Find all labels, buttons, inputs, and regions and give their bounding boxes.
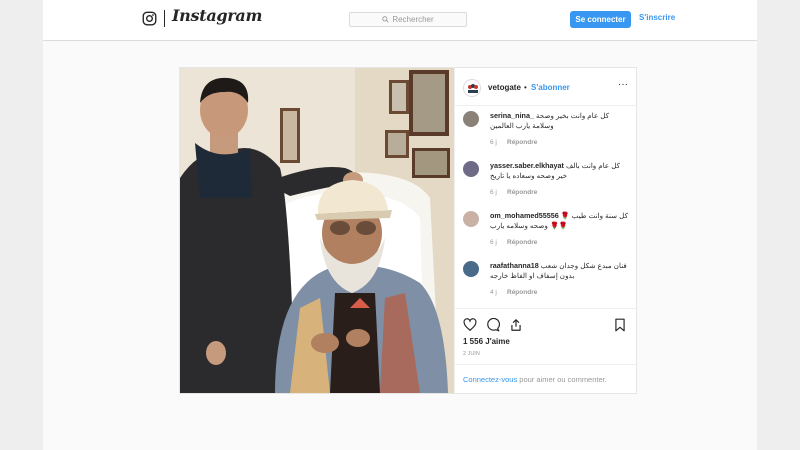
bookmark-icon[interactable] — [613, 318, 627, 332]
separator-dot: • — [524, 83, 527, 92]
reply-button[interactable]: Répondre — [507, 189, 537, 196]
share-icon[interactable] — [509, 318, 523, 332]
login-prompt: Connectez-vous pour aimer ou commenter. — [455, 364, 638, 394]
comment-age: 6 j — [490, 139, 497, 146]
post-date: 2 juin — [463, 351, 480, 357]
post-sidebar: vetogate • S'abonner ··· serina_nina_ كل… — [454, 68, 638, 393]
commenter-avatar[interactable] — [463, 211, 479, 227]
comment-text: om_mohamed55556 كل سنة وانت طيب 🌹🌹🌹 وصحه… — [490, 211, 632, 231]
comment-icon[interactable] — [486, 318, 500, 332]
search-icon — [382, 16, 389, 23]
logo-divider — [164, 10, 165, 27]
comments-list[interactable]: serina_nina_ كل عام وانت بخير وصحة وسلام… — [455, 107, 638, 308]
comment-item: raafathanna18 فنان مبدع شكل وجدان شعب بد… — [455, 257, 638, 307]
login-prompt-text: pour aimer ou commenter. — [517, 375, 607, 384]
comment-age: 4 j — [490, 289, 497, 296]
instagram-camera-icon[interactable] — [142, 11, 157, 26]
commenter-avatar[interactable] — [463, 261, 479, 277]
comment-text: serina_nina_ كل عام وانت بخير وصحة وسلام… — [490, 111, 632, 131]
signup-link[interactable]: S'inscrire — [639, 13, 675, 22]
reply-button[interactable]: Répondre — [507, 239, 537, 246]
page: Instagram Rechercher Se connecter S'insc… — [43, 0, 757, 450]
commenter-avatar[interactable] — [463, 111, 479, 127]
commenter-username[interactable]: serina_nina_ — [490, 111, 534, 120]
top-navigation-bar: Instagram Rechercher Se connecter S'insc… — [43, 0, 757, 41]
reply-button[interactable]: Répondre — [507, 139, 537, 146]
reply-button[interactable]: Répondre — [507, 289, 537, 296]
heart-icon[interactable] — [463, 318, 477, 332]
search-input[interactable]: Rechercher — [349, 12, 467, 27]
more-options-icon[interactable]: ··· — [618, 79, 628, 90]
likes-count[interactable]: 1 556 J'aime — [463, 337, 510, 346]
account-logo-icon — [464, 80, 480, 96]
post-card: vetogate • S'abonner ··· serina_nina_ كل… — [179, 67, 638, 394]
comment-item: serina_nina_ كل عام وانت بخير وصحة وسلام… — [455, 107, 638, 157]
instagram-wordmark[interactable]: Instagram — [172, 6, 262, 25]
follow-button[interactable]: S'abonner — [531, 83, 570, 92]
post-photo-illustration — [180, 68, 454, 393]
login-link[interactable]: Connectez-vous — [463, 375, 517, 384]
post-photo[interactable] — [180, 68, 454, 393]
comment-text: yasser.saber.elkhayat كل عام وانت بالف خ… — [490, 161, 632, 181]
post-actions: 1 556 J'aime 2 juin Connectez-vous pour … — [455, 308, 638, 393]
search-placeholder: Rechercher — [392, 15, 434, 24]
commenter-username[interactable]: yasser.saber.elkhayat — [490, 161, 564, 170]
commenter-username[interactable]: raafathanna18 — [490, 261, 539, 270]
account-username[interactable]: vetogate — [488, 83, 521, 92]
account-avatar[interactable] — [463, 79, 481, 97]
login-button[interactable]: Se connecter — [570, 11, 631, 28]
comment-age: 6 j — [490, 189, 497, 196]
comment-item: om_mohamed55556 كل سنة وانت طيب 🌹🌹🌹 وصحه… — [455, 207, 638, 257]
comment-text: raafathanna18 فنان مبدع شكل وجدان شعب بد… — [490, 261, 632, 281]
comment-item: yasser.saber.elkhayat كل عام وانت بالف خ… — [455, 157, 638, 207]
commenter-username[interactable]: om_mohamed55556 — [490, 211, 559, 220]
commenter-avatar[interactable] — [463, 161, 479, 177]
post-header: vetogate • S'abonner ··· — [455, 68, 638, 106]
comment-age: 6 j — [490, 239, 497, 246]
